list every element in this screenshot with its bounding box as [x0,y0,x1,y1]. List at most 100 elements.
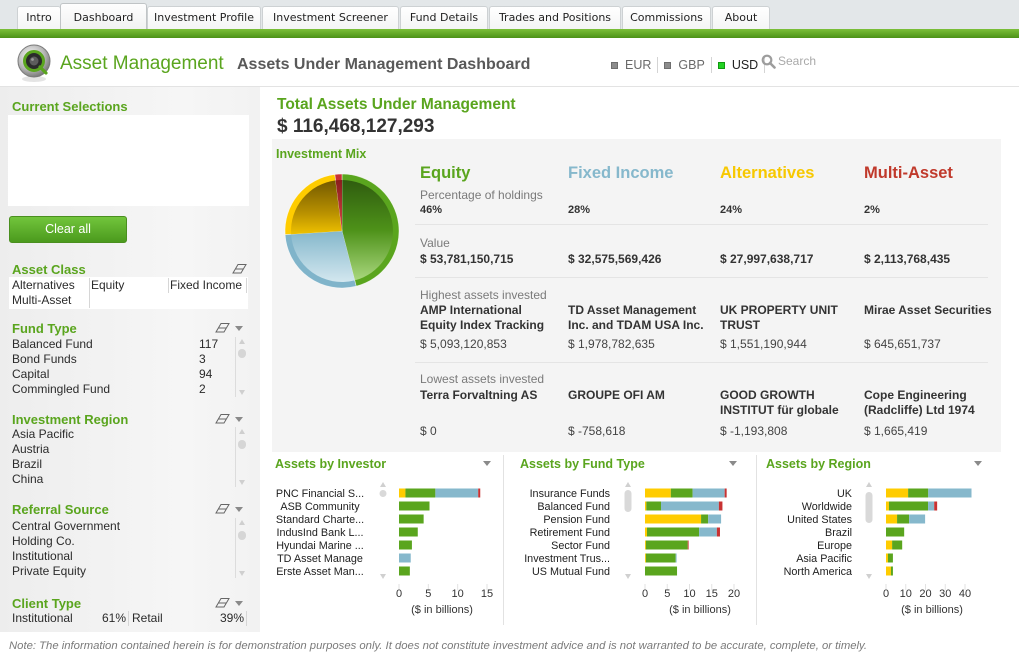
bar-segment-alternatives[interactable] [886,566,891,576]
tab-dashboard[interactable]: Dashboard [60,3,147,29]
bar-segment-alternatives[interactable] [399,488,406,498]
bar-segment-equity[interactable] [645,553,676,563]
bar-segment-equity[interactable] [908,488,929,498]
clear-selection-eraser-icon[interactable] [232,263,247,274]
bar-segment-equity[interactable] [645,540,688,550]
clear-selection-eraser-icon[interactable] [215,413,230,424]
bar-segment-equity[interactable] [399,514,424,524]
category-label[interactable]: TD Asset Manage [277,553,363,565]
fund-type-item[interactable]: Balanced Fund [12,337,93,352]
chart-scroll-down-icon[interactable] [380,574,386,579]
asset-class-option[interactable]: Multi-Asset [12,293,71,308]
scroll-down-arrow-icon[interactable] [239,390,245,395]
bar-segment-equity[interactable] [886,527,905,537]
category-label[interactable]: Investment Trus... [524,553,610,565]
category-label[interactable]: ASB Community [280,501,360,513]
bar-segment-multi-asset[interactable] [716,527,720,537]
chart-menu-dropdown-icon[interactable] [974,461,982,466]
pie-slice-alternatives[interactable] [284,174,343,235]
bar-segment-alternatives[interactable] [886,553,888,563]
bar-segment-fixed-income[interactable] [699,527,717,537]
bar-segment-equity[interactable] [646,501,662,511]
bar-segment-equity[interactable] [645,566,678,576]
bar-segment-fixed-income[interactable] [661,501,719,511]
chart-scroll-down-icon[interactable] [866,574,872,579]
category-label[interactable]: United States [787,514,852,526]
tab-fund-details[interactable]: Fund Details [400,6,488,29]
category-label[interactable]: Retirement Fund [530,527,610,539]
bar-segment-multi-asset[interactable] [724,488,727,498]
category-label[interactable]: Sector Fund [551,540,610,552]
asset-class-option[interactable]: Alternatives [12,278,75,293]
chart-scroll-thumb[interactable] [379,490,387,497]
category-label[interactable]: Brazil [825,527,852,539]
chart-scroll-thumb[interactable] [624,490,632,512]
tab-intro[interactable]: Intro [17,6,61,29]
scroll-thumb[interactable] [238,349,246,358]
bar-segment-multi-asset[interactable] [718,501,723,511]
tab-trades-and-positions[interactable]: Trades and Positions [489,6,621,29]
scroll-down-arrow-icon[interactable] [239,480,245,485]
bar-segment-equity[interactable] [399,501,430,511]
bar-segment-alternatives[interactable] [886,501,889,511]
category-label[interactable]: PNC Financial S... [276,488,364,500]
scroll-thumb[interactable] [238,531,246,540]
bar-segment-alternatives[interactable] [645,553,646,563]
bar-segment-fixed-income[interactable] [692,488,725,498]
bar-segment-alternatives[interactable] [645,488,671,498]
category-label[interactable]: UK [837,488,853,500]
bar-segment-alternatives[interactable] [645,540,646,550]
bar-segment-equity[interactable] [399,566,410,576]
bar-segment-alternatives[interactable] [886,540,893,550]
search-input[interactable] [776,53,866,69]
referral-source-item[interactable]: Central Government [12,519,120,534]
bar-segment-fixed-income[interactable] [399,553,411,563]
category-label[interactable]: Standard Charte... [276,514,364,526]
fund-type-item[interactable]: Commingled Fund [12,382,110,397]
category-label[interactable]: Europe [817,540,852,552]
bar-segment-alternatives[interactable] [645,514,702,524]
bar-segment-equity[interactable] [701,514,709,524]
investment-region-scrollbar[interactable] [235,427,247,487]
scroll-down-arrow-icon[interactable] [239,571,245,576]
bar-segment-equity[interactable] [888,501,929,511]
category-label[interactable]: Pension Fund [543,514,610,526]
dropdown-arrow-icon[interactable] [235,326,243,331]
bar-segment-alternatives[interactable] [645,501,647,511]
bar-segment-fixed-income[interactable] [708,514,722,524]
chart-scroll-down-icon[interactable] [625,574,631,579]
category-label[interactable]: North America [784,566,852,578]
scroll-up-arrow-icon[interactable] [239,339,245,344]
chart-scroll-up-icon[interactable] [866,482,872,487]
clear-selection-eraser-icon[interactable] [215,322,230,333]
clear-all-button[interactable]: Clear all [9,216,127,243]
investment-region-item[interactable]: Brazil [12,457,42,472]
bar-segment-multi-asset[interactable] [478,488,481,498]
bar-segment-multi-asset[interactable] [687,540,689,550]
bar-segment-equity[interactable] [399,527,418,537]
referral-source-item[interactable]: Private Equity [12,564,86,579]
category-label[interactable]: Hyundai Marine ... [276,540,364,552]
bar-segment-equity[interactable] [399,540,412,550]
bar-segment-equity[interactable] [670,488,693,498]
referral-source-scrollbar[interactable] [235,518,247,578]
bar-segment-equity[interactable] [405,488,436,498]
bar-segment-multi-asset[interactable] [934,501,938,511]
fund-type-item[interactable]: Bond Funds [12,352,77,367]
tab-investment-screener[interactable]: Investment Screener [262,6,399,29]
dropdown-arrow-icon[interactable] [235,601,243,606]
category-label[interactable]: Erste Asset Man... [276,566,364,578]
chart-scroll-up-icon[interactable] [380,482,386,487]
bar-segment-fixed-income[interactable] [928,488,972,498]
bar-segment-equity[interactable] [892,540,903,550]
bar-segment-fixed-income[interactable] [435,488,479,498]
currency-gbp[interactable]: GBP [664,57,717,73]
category-label[interactable]: Asia Pacific [796,553,852,565]
chart-scroll-thumb[interactable] [865,492,873,523]
tab-commissions[interactable]: Commissions [622,6,711,29]
investment-region-item[interactable]: Austria [12,442,49,457]
chart-menu-dropdown-icon[interactable] [729,461,737,466]
category-label[interactable]: IndusInd Bank L... [276,527,363,539]
bar-segment-fixed-income[interactable] [675,553,677,563]
bar-segment-equity[interactable] [890,566,893,576]
